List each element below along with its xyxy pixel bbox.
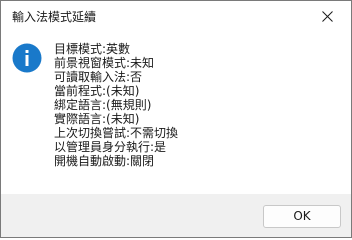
- message-list: 目標模式:英數 前景視窗模式:未知 可讀取輸入法:否 當前程式:(未知) 綁定語…: [54, 42, 178, 168]
- message-line: 目標模式:英數: [54, 42, 131, 56]
- message-dialog: 輸入法模式延續 目標模式:英數 前景視窗模式:未知 可讀取輸入法:否 當前程式:…: [0, 0, 352, 238]
- message-line: 當前程式:(未知): [54, 84, 140, 98]
- message-line: 前景視窗模式:未知: [54, 56, 155, 70]
- message-line: 開機自動啟動:關閉: [54, 154, 155, 168]
- close-button[interactable]: [305, 1, 351, 32]
- message-line: 上次切換嘗試:不需切換: [54, 126, 179, 140]
- ok-button[interactable]: OK: [263, 205, 341, 228]
- window-title: 輸入法模式延續: [12, 10, 97, 24]
- message-line: 實際語言:(未知): [54, 112, 140, 126]
- message-line: 可讀取輸入法:否: [54, 70, 143, 84]
- message-line: 以管理員身分執行:是: [54, 140, 167, 154]
- button-bar: OK: [1, 194, 351, 237]
- title-bar[interactable]: 輸入法模式延續: [1, 1, 351, 32]
- info-icon: [12, 43, 42, 73]
- close-icon: [322, 11, 333, 22]
- dialog-content: 目標模式:英數 前景視窗模式:未知 可讀取輸入法:否 當前程式:(未知) 綁定語…: [1, 32, 351, 194]
- message-line: 綁定語言:(無規則): [54, 98, 152, 112]
